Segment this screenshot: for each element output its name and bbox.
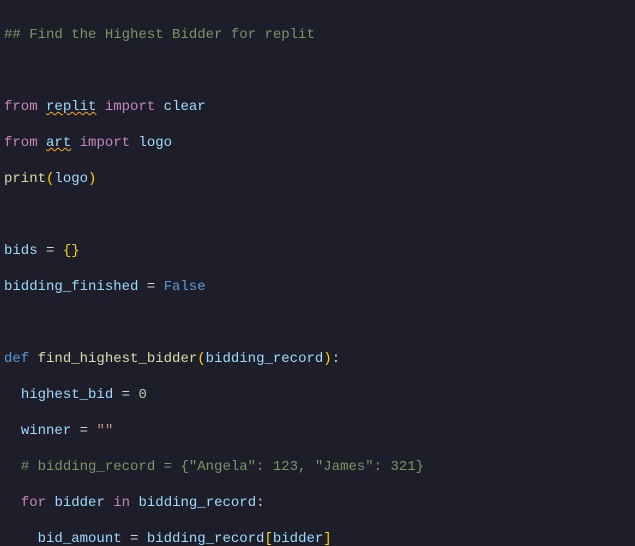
keyword-import: import (80, 135, 130, 151)
var-bidding-finished: bidding_finished (4, 279, 138, 295)
code-line: winner = "" (4, 422, 631, 440)
keyword-in: in (113, 495, 130, 511)
var-bidder: bidder (54, 495, 104, 511)
import-clear: clear (164, 99, 206, 115)
code-line: from art import logo (4, 134, 631, 152)
code-line: bidding_finished = False (4, 278, 631, 296)
var-highest-bid: highest_bid (21, 387, 113, 403)
code-line: bid_amount = bidding_record[bidder] (4, 530, 631, 546)
brace-close: } (71, 243, 79, 259)
code-line (4, 314, 631, 332)
var-bidding-record: bidding_record (147, 531, 265, 546)
number-0: 0 (138, 387, 146, 403)
func-def-find-highest-bidder: find_highest_bidder (38, 351, 198, 367)
var-bidding-record: bidding_record (138, 495, 256, 511)
var-bids: bids (4, 243, 38, 259)
import-logo: logo (138, 135, 172, 151)
code-line (4, 62, 631, 80)
var-bid-amount: bid_amount (38, 531, 122, 546)
module-art: art (46, 135, 71, 151)
code-line: highest_bid = 0 (4, 386, 631, 404)
var-logo: logo (54, 171, 88, 187)
paren-close: ) (323, 351, 331, 367)
bracket-close: ] (323, 531, 331, 546)
keyword-from: from (4, 135, 38, 151)
code-line: from replit import clear (4, 98, 631, 116)
code-line (4, 206, 631, 224)
code-line: def find_highest_bidder(bidding_record): (4, 350, 631, 368)
var-winner: winner (21, 423, 71, 439)
code-line: for bidder in bidding_record: (4, 494, 631, 512)
brace-open: { (63, 243, 71, 259)
paren-close: ) (88, 171, 96, 187)
const-false: False (164, 279, 206, 295)
code-editor[interactable]: ## Find the Highest Bidder for replit fr… (0, 0, 635, 546)
comment: ## Find the Highest Bidder for replit (4, 27, 315, 43)
var-bidder: bidder (273, 531, 323, 546)
keyword-from: from (4, 99, 38, 115)
module-replit: replit (46, 99, 96, 115)
paren-open: ( (197, 351, 205, 367)
comment: # bidding_record = {"Angela": 123, "Jame… (21, 459, 424, 475)
keyword-import: import (105, 99, 155, 115)
bracket-open: [ (264, 531, 272, 546)
keyword-def: def (4, 351, 29, 367)
keyword-for: for (21, 495, 46, 511)
call-print: print (4, 171, 46, 187)
param-bidding-record: bidding_record (206, 351, 324, 367)
code-line: ## Find the Highest Bidder for replit (4, 26, 631, 44)
code-line: print(logo) (4, 170, 631, 188)
string-empty: "" (96, 423, 113, 439)
code-line: bids = {} (4, 242, 631, 260)
code-line: # bidding_record = {"Angela": 123, "Jame… (4, 458, 631, 476)
